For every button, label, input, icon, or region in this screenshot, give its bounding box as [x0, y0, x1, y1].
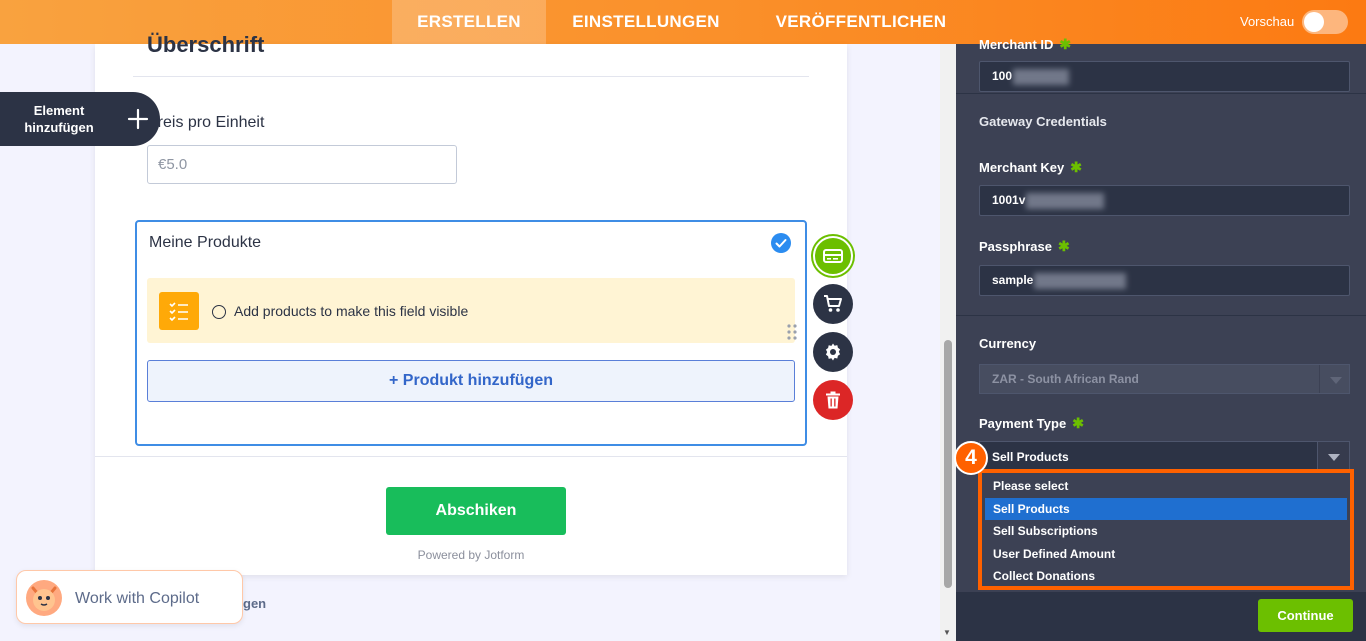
toggle-knob [1304, 12, 1324, 32]
chevron-down-icon [1319, 365, 1349, 393]
gear-icon [825, 343, 841, 361]
divider [956, 93, 1366, 94]
product-field-title: Meine Produkte [149, 234, 262, 251]
passphrase-label: Passphrase ✱ [979, 238, 1070, 254]
payment-icon [823, 249, 843, 263]
cart-icon [824, 295, 842, 312]
required-icon: ✱ [1070, 159, 1082, 175]
copilot-button[interactable]: Work with Copilot [16, 570, 243, 624]
notice-text: Add products to make this field visible [234, 303, 469, 319]
required-icon: ✱ [1059, 36, 1072, 52]
gateway-credentials-heading: Gateway Credentials [979, 114, 1107, 129]
checklist-icon [159, 292, 199, 330]
option-user-defined-amount[interactable]: User Defined Amount [985, 543, 1347, 566]
price-label: Preis pro Einheit [147, 114, 265, 131]
scroll-down-arrow-icon[interactable]: ▼ [943, 628, 951, 637]
tab-erstellen[interactable]: ERSTELLEN [392, 0, 546, 44]
plus-icon [127, 108, 149, 130]
form-heading[interactable]: Überschrift [147, 32, 264, 58]
empty-products-notice: Add products to make this field visible [147, 278, 797, 343]
option-sell-subscriptions[interactable]: Sell Subscriptions [985, 520, 1347, 543]
preview-toggle[interactable] [1302, 10, 1348, 34]
divider [956, 315, 1366, 316]
required-icon: ✱ [1058, 238, 1070, 254]
step-number-badge: 4 [954, 441, 988, 475]
currency-label: Currency [979, 336, 1037, 351]
drag-handle-icon[interactable] [787, 324, 797, 340]
products-button[interactable] [813, 284, 853, 324]
field-settings-button[interactable] [813, 332, 853, 372]
price-input[interactable]: €5.0 [147, 145, 457, 184]
merchant-key-input[interactable]: 1001v [979, 185, 1350, 216]
add-element-button[interactable]: Element hinzufügen [0, 92, 160, 146]
trash-icon [826, 391, 840, 409]
continue-button[interactable]: Continue [1258, 599, 1353, 632]
form-card: Überschrift Preis pro Einheit €5.0 Meine… [95, 32, 847, 575]
check-icon [771, 233, 791, 253]
passphrase-input[interactable]: sample [979, 265, 1350, 296]
payment-type-label: Payment Type ✱ [979, 415, 1084, 431]
currency-select: ZAR - South African Rand [979, 364, 1350, 394]
scrollbar-thumb[interactable] [944, 340, 952, 588]
add-element-label: Element hinzufügen [24, 103, 94, 135]
option-please-select[interactable]: Please select [985, 475, 1347, 498]
divider [95, 456, 847, 457]
submit-button[interactable]: Abschiken [386, 487, 566, 535]
copilot-label: Work with Copilot [75, 590, 200, 607]
divider [133, 76, 809, 77]
payment-settings-button[interactable] [813, 236, 853, 276]
merchant-id-label: Merchant ID ✱ [979, 36, 1072, 52]
tab-veroeffentlichen[interactable]: VERÖFFENTLICHEN [746, 0, 976, 44]
product-list-field[interactable]: Meine Produkte Add products to make this… [135, 220, 807, 446]
payment-type-dropdown[interactable]: Please select Sell Products Sell Subscri… [985, 475, 1347, 584]
vertical-scrollbar[interactable]: ▼ [940, 44, 956, 641]
merchant-id-input[interactable]: 100 [979, 61, 1350, 92]
copilot-avatar-icon [26, 580, 62, 616]
tab-einstellungen[interactable]: EINSTELLUNGEN [546, 0, 746, 44]
add-product-button[interactable]: + Produkt hinzufügen [147, 360, 795, 402]
delete-field-button[interactable] [813, 380, 853, 420]
option-collect-donations[interactable]: Collect Donations [985, 565, 1347, 588]
option-sell-products[interactable]: Sell Products [985, 497, 1347, 521]
preview-label: Vorschau [1240, 14, 1295, 29]
hidden-link-text: gen [243, 596, 267, 611]
merchant-key-label: Merchant Key ✱ [979, 159, 1082, 175]
chevron-down-icon[interactable] [1317, 442, 1349, 472]
radio-icon [212, 305, 226, 319]
powered-by-text: Powered by Jotform [417, 548, 525, 562]
required-icon: ✱ [1072, 415, 1084, 431]
